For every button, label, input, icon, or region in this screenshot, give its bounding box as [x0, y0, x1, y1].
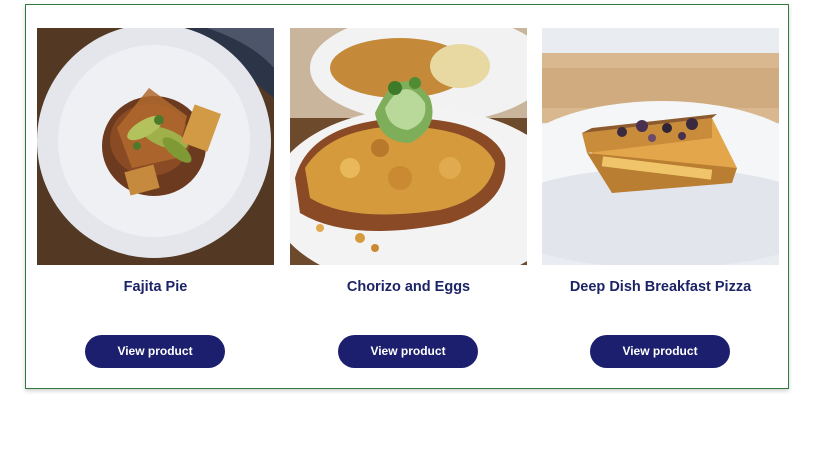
- product-card-deep-dish-breakfast-pizza: Deep Dish Breakfast Pizza View product: [542, 28, 779, 373]
- product-title[interactable]: Chorizo and Eggs: [290, 278, 527, 296]
- view-product-button[interactable]: View product: [85, 335, 225, 368]
- product-image-chorizo-and-eggs[interactable]: [290, 28, 527, 265]
- view-product-button[interactable]: View product: [590, 335, 730, 368]
- product-card-fajita-pie: Fajita Pie View product: [37, 28, 274, 373]
- product-title[interactable]: Fajita Pie: [37, 278, 274, 296]
- product-image-fajita-pie[interactable]: [37, 28, 274, 265]
- product-title[interactable]: Deep Dish Breakfast Pizza: [542, 278, 779, 296]
- view-product-button[interactable]: View product: [338, 335, 478, 368]
- product-image-deep-dish-breakfast-pizza[interactable]: [542, 28, 779, 265]
- product-grid: Fajita Pie View product Chorizo and Eggs…: [25, 4, 789, 389]
- product-card-chorizo-and-eggs: Chorizo and Eggs View product: [290, 28, 527, 373]
